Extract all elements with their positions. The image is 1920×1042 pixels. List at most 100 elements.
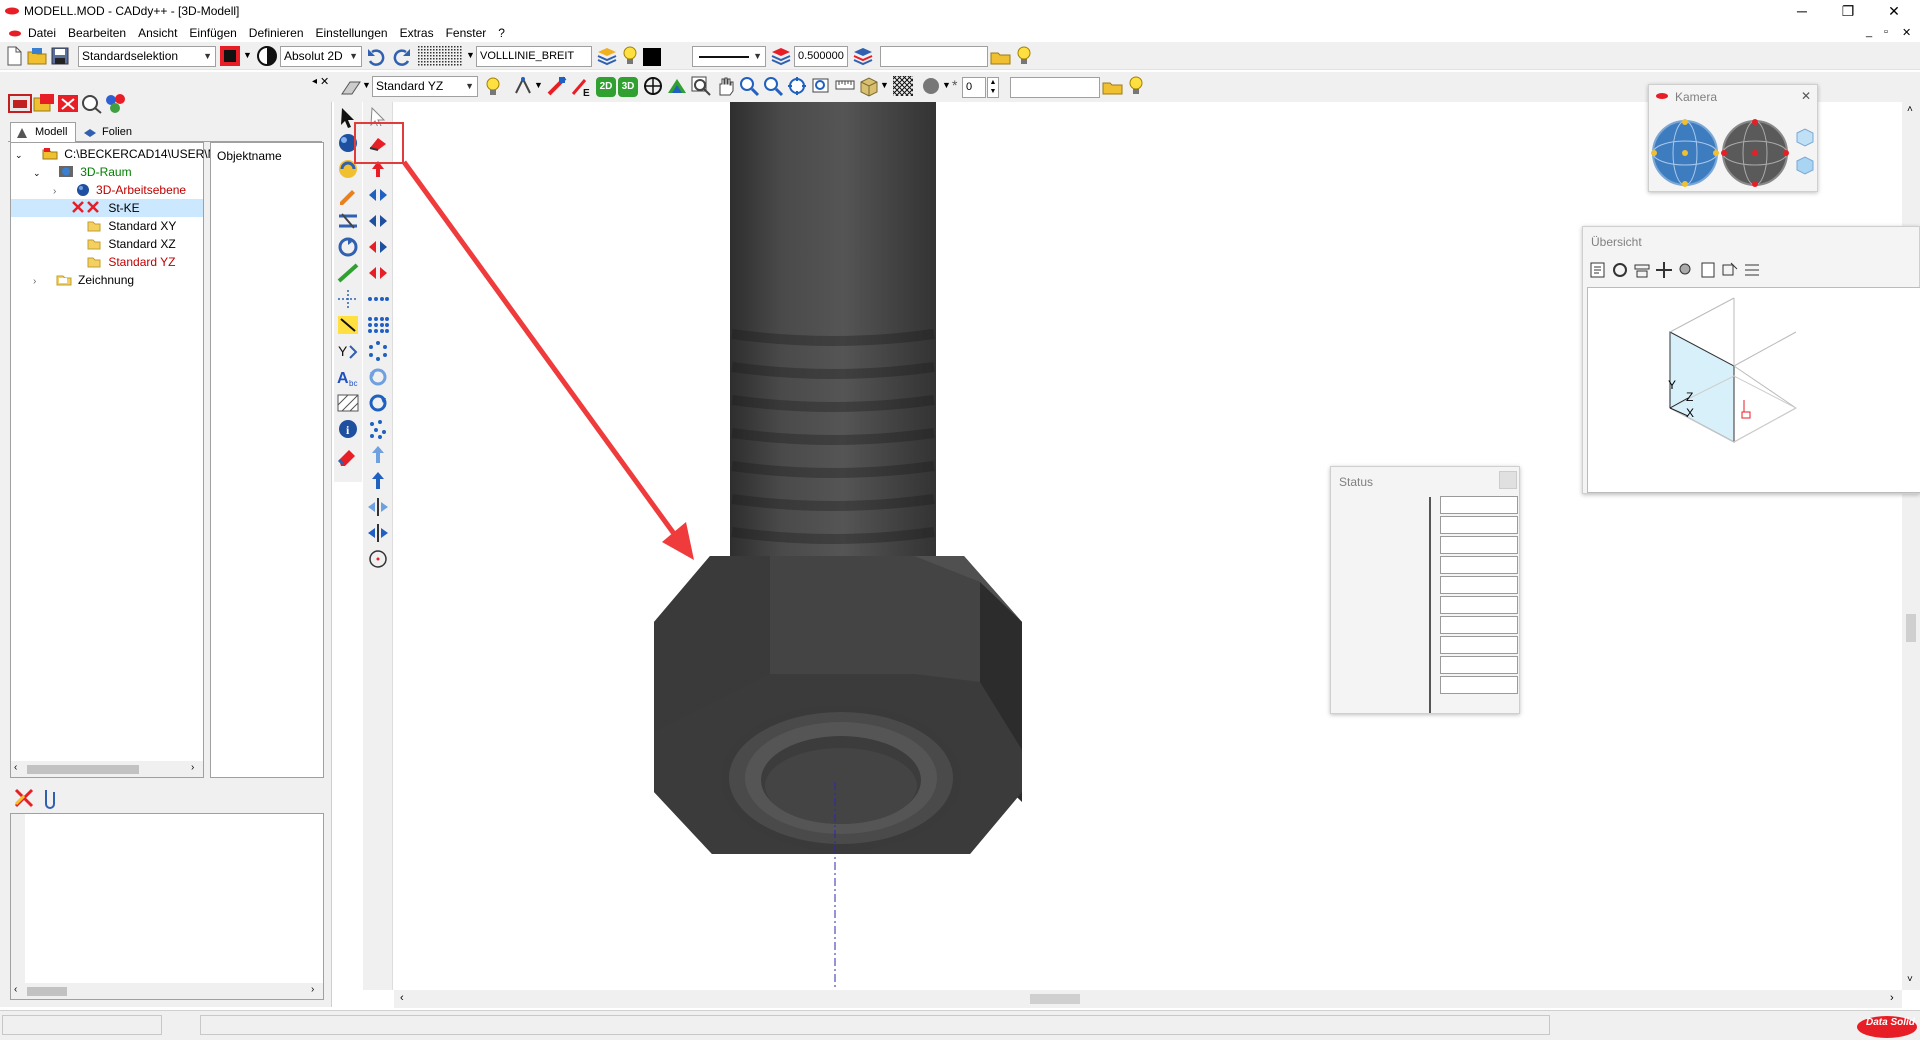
rotate-ccw-icon[interactable] — [366, 366, 390, 388]
mdi-close-button[interactable]: ✕ — [1902, 26, 1911, 39]
new-file-icon[interactable] — [5, 46, 23, 66]
overview-refresh-icon[interactable] — [1611, 261, 1629, 279]
layer-name-field[interactable] — [880, 46, 988, 67]
panel-close-icon[interactable]: ✕ — [320, 75, 329, 88]
copy-right-icon[interactable] — [366, 210, 390, 232]
section-icon[interactable] — [546, 75, 568, 97]
overview-zoom-icon[interactable] — [1677, 261, 1695, 279]
view-light-icon[interactable] — [482, 75, 504, 97]
ruler-icon[interactable] — [834, 75, 856, 97]
scroll-thumb[interactable] — [1906, 614, 1916, 642]
overview-move-icon[interactable] — [1655, 261, 1673, 279]
mirror-tool-icon[interactable] — [366, 236, 390, 258]
layer-folder-icon[interactable] — [990, 46, 1012, 66]
measure-tool-icon[interactable] — [336, 210, 360, 232]
overview-page-icon[interactable] — [1699, 261, 1717, 279]
info-tool-icon[interactable]: i — [336, 418, 360, 440]
scroll-left-icon[interactable]: ‹ — [400, 992, 404, 1004]
view-bulb-icon[interactable] — [1126, 75, 1146, 97]
overview-list-icon[interactable] — [1743, 261, 1761, 279]
menu-einfuegen[interactable]: Einfügen — [183, 24, 242, 42]
overview-new-icon[interactable] — [1589, 261, 1607, 279]
properties-vscroll[interactable] — [11, 814, 25, 984]
properties-hscrollbar[interactable]: ‹ › — [11, 983, 323, 999]
tree-item-zeichnung[interactable]: › Zeichnung — [33, 271, 134, 289]
zoom-all-icon[interactable] — [786, 75, 808, 97]
box-solid-icon[interactable] — [858, 75, 880, 97]
chevron-right-icon[interactable]: › — [53, 186, 56, 197]
level-spinner[interactable]: ▲ ▼ — [987, 77, 999, 98]
overview-canvas[interactable]: Y Z X — [1587, 287, 1920, 493]
shading-dropdown-icon[interactable]: ▼ — [942, 80, 951, 90]
split-tool-icon[interactable] — [366, 496, 390, 518]
tab-modell[interactable]: Modell — [10, 122, 76, 143]
view-folder-icon[interactable] — [1102, 76, 1124, 96]
join-tool-icon[interactable] — [366, 522, 390, 544]
scroll-thumb[interactable] — [1030, 994, 1080, 1004]
scroll-right-icon[interactable]: › — [191, 762, 194, 773]
camera-close-icon[interactable]: ✕ — [1801, 89, 1811, 103]
camera-view-icon[interactable] — [666, 75, 688, 97]
stretch-tool-icon[interactable] — [366, 262, 390, 284]
model-tree[interactable]: ⌄ C:\BECKERCAD14\USER\M ⌄ 3D-Raum › 3D-A… — [10, 142, 218, 778]
scroll-up-icon[interactable]: ˄ — [1907, 104, 1913, 115]
zoom-previous-icon[interactable] — [810, 75, 832, 97]
chevron-right-icon[interactable]: › — [33, 276, 36, 287]
tree-item-standard-yz[interactable]: Standard YZ — [87, 253, 176, 271]
coord-mode-combo[interactable]: Absolut 2D ▼ — [280, 46, 362, 67]
zoom-out-icon[interactable] — [762, 75, 784, 97]
elevation-icon[interactable]: E — [570, 75, 592, 97]
shading-sphere-icon[interactable] — [920, 75, 942, 97]
line-type-field[interactable]: VOLLLINIE_BREIT — [476, 46, 592, 67]
scroll-left-icon[interactable]: ‹ — [14, 984, 17, 995]
search-globe-icon[interactable] — [80, 92, 104, 114]
lightbulb-icon[interactable] — [620, 45, 640, 67]
tree-item-standard-xy[interactable]: Standard XY — [87, 217, 176, 235]
selection-mode-combo[interactable]: Standardselektion ▼ — [78, 46, 216, 67]
rect-array-icon[interactable] — [366, 314, 390, 336]
view-extra-field[interactable] — [1010, 77, 1100, 98]
restore-button[interactable]: ❐ — [1826, 0, 1870, 24]
line-style-combo[interactable]: ▼ — [692, 46, 766, 67]
save-icon[interactable] — [50, 46, 70, 66]
star-icon[interactable]: * — [952, 77, 957, 93]
menu-bearbeiten[interactable]: Bearbeiten — [62, 24, 132, 42]
tab-folien[interactable]: Folien — [78, 124, 144, 142]
view-plane-icon[interactable] — [340, 76, 362, 98]
lift-tool-icon[interactable] — [366, 444, 390, 466]
layer-icon[interactable] — [852, 46, 874, 66]
view-combo[interactable]: Standard YZ ▼ — [372, 76, 478, 97]
view-plane-dropdown-icon[interactable]: ▼ — [362, 80, 371, 90]
overview-fit-icon[interactable] — [1633, 261, 1651, 279]
tree-item-3d-arbeitsebene[interactable]: › 3D-Arbeitsebene — [53, 181, 186, 199]
minimize-button[interactable]: ─ — [1780, 0, 1824, 24]
grid-pattern-icon[interactable] — [418, 46, 464, 66]
linear-array-icon[interactable] — [366, 288, 390, 310]
chevron-down-icon[interactable]: ⌄ — [33, 168, 41, 178]
level-input[interactable]: 0 — [962, 77, 986, 98]
view-3d-button[interactable]: 3D — [618, 77, 638, 97]
scroll-thumb[interactable] — [27, 765, 139, 774]
scatter-tool-icon[interactable] — [366, 418, 390, 440]
orbit-globe-icon[interactable] — [1651, 119, 1719, 187]
menu-extras[interactable]: Extras — [394, 24, 440, 42]
annotate-tool-icon[interactable]: Abc — [336, 366, 360, 388]
menu-datei[interactable]: Datei — [22, 24, 62, 42]
axis-tool-icon[interactable] — [336, 288, 360, 310]
polar-array-icon[interactable] — [366, 340, 390, 362]
orbit-icon[interactable] — [642, 75, 664, 97]
tree-item-3d-raum[interactable]: ⌄ 3D-Raum — [33, 163, 132, 181]
mdi-restore-button[interactable]: ▫ — [1884, 26, 1888, 38]
pan-globe-icon[interactable] — [1721, 119, 1789, 187]
scroll-thumb[interactable] — [27, 987, 67, 996]
scroll-down-icon[interactable]: ˅ — [1907, 974, 1913, 985]
delete-object-icon[interactable] — [12, 786, 36, 810]
move-right-icon[interactable] — [366, 184, 390, 206]
scroll-right-icon[interactable]: › — [311, 984, 314, 995]
pan-hand-icon[interactable] — [714, 75, 736, 97]
cube-view-icon[interactable] — [1795, 127, 1815, 147]
attach-icon[interactable] — [40, 786, 60, 810]
close-button[interactable]: ✕ — [1872, 0, 1916, 24]
menu-help[interactable]: ? — [492, 24, 511, 42]
folders-icon[interactable] — [32, 92, 56, 114]
